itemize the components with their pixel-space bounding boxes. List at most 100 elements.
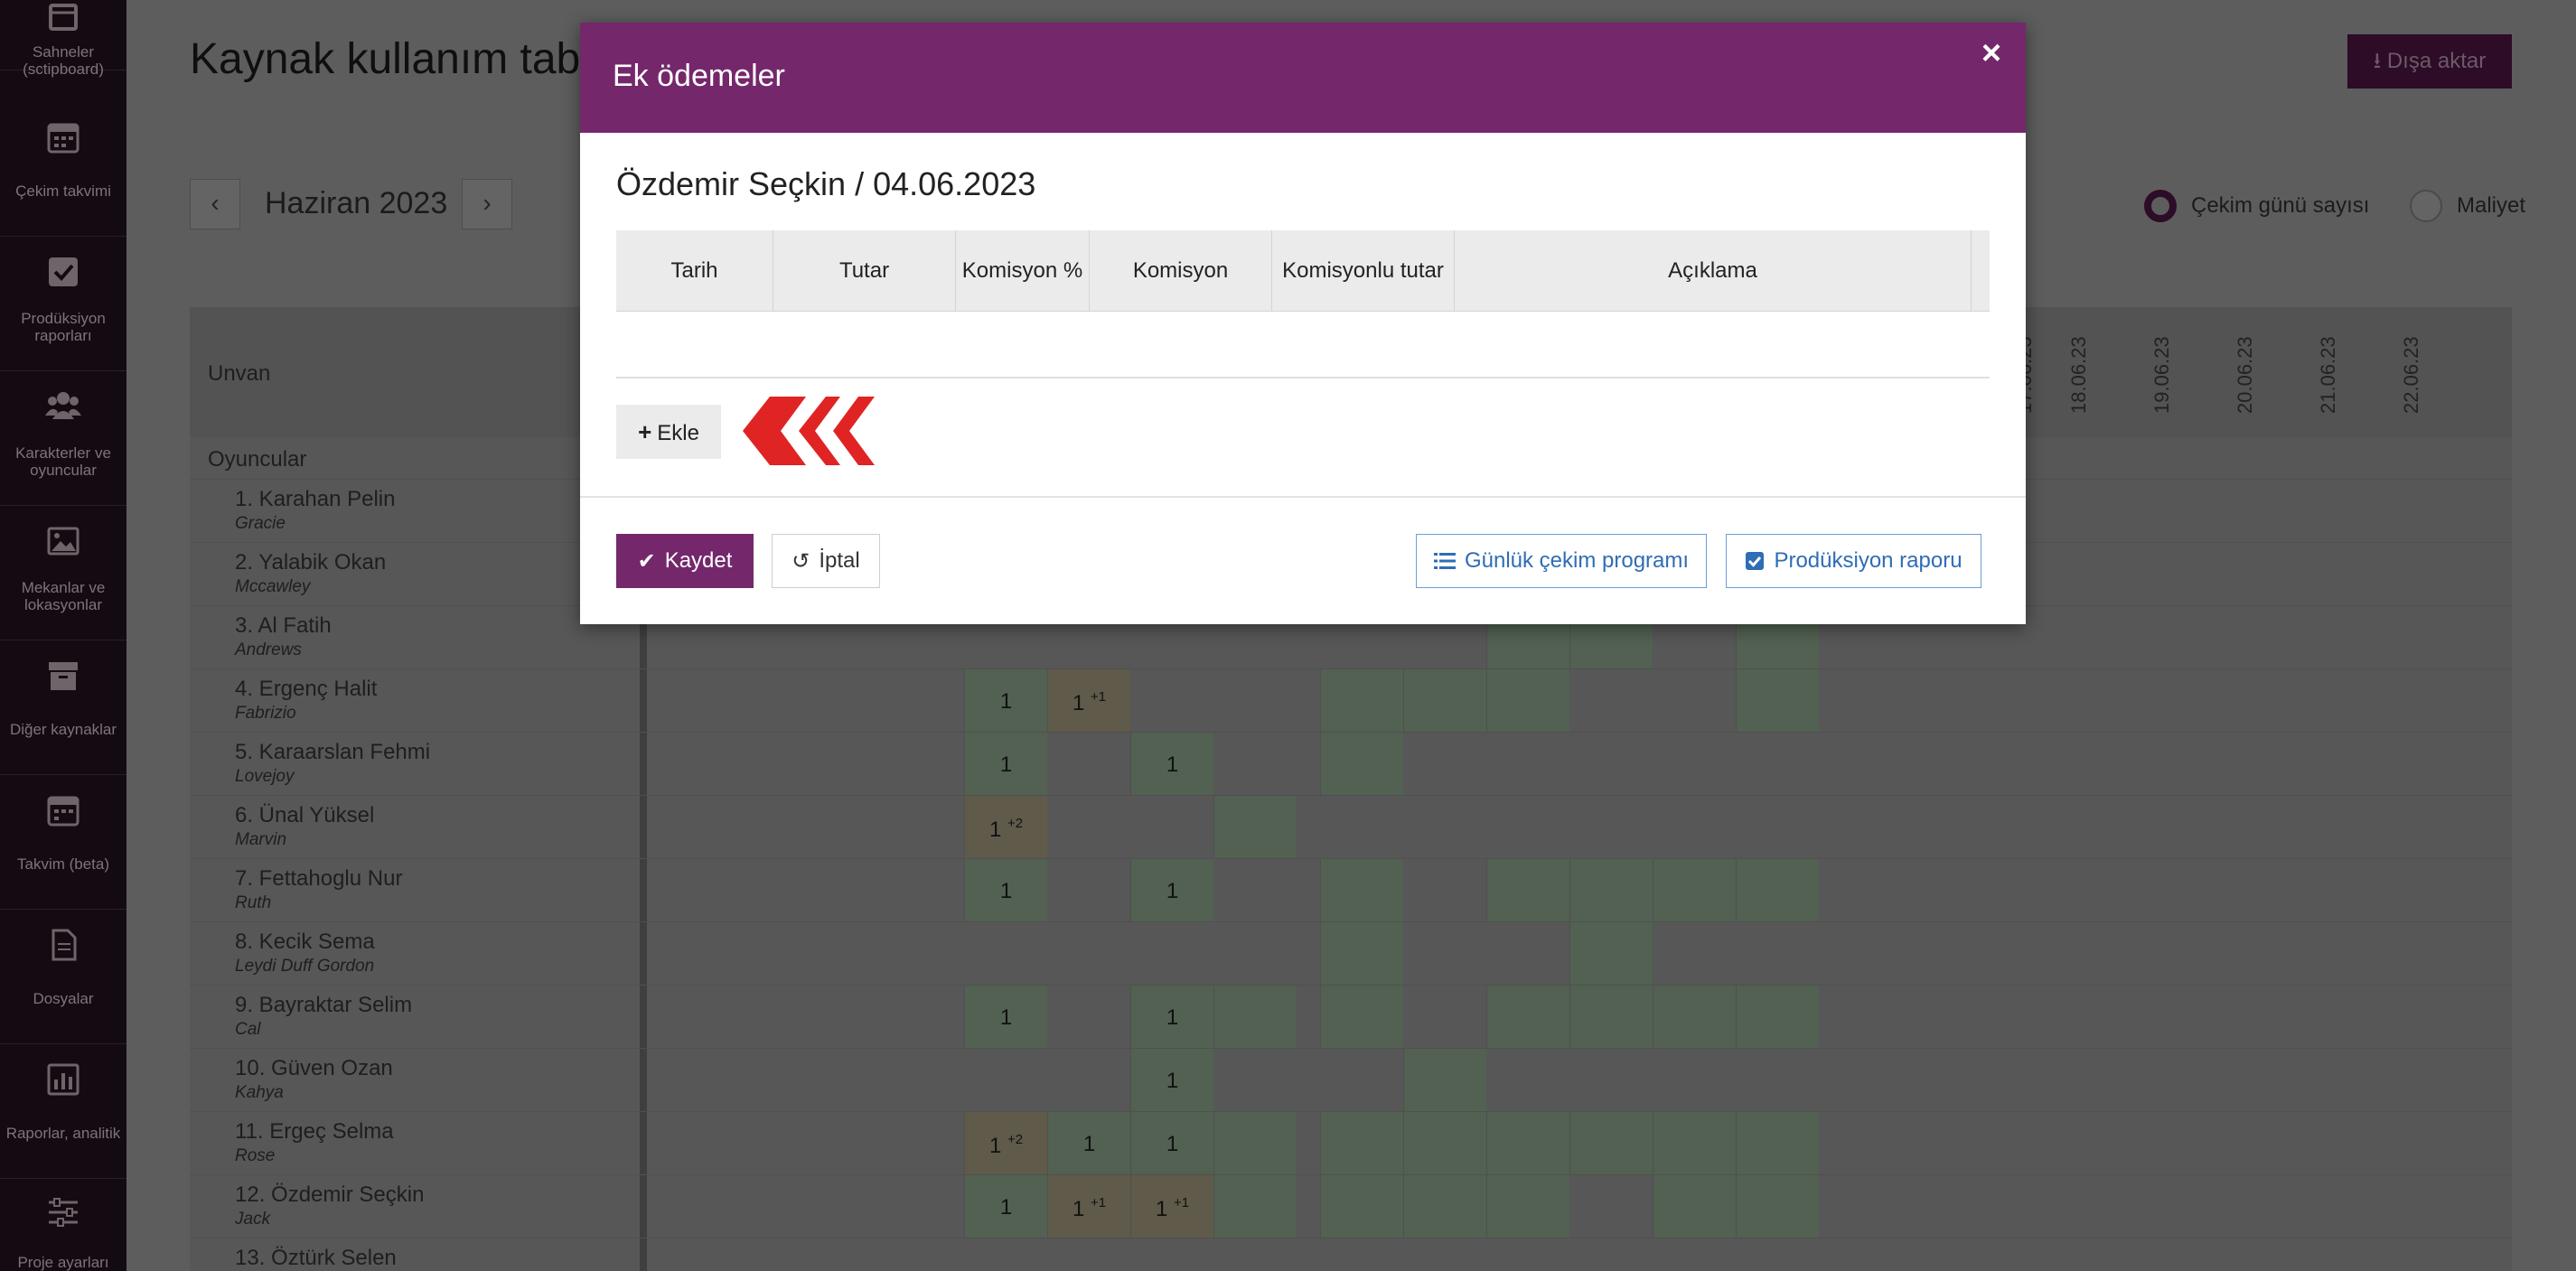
grid-cell[interactable] — [1486, 1175, 1569, 1238]
grid-cell[interactable] — [1736, 1112, 1819, 1174]
undo-icon: ↺ — [792, 548, 810, 574]
grid-cell[interactable] — [1569, 1112, 1653, 1174]
daily-program-button[interactable]: Günlük çekim programı — [1416, 534, 1707, 588]
grid-cell[interactable]: 1 — [1130, 733, 1213, 795]
cancel-button[interactable]: ↺ İptal — [772, 534, 880, 588]
sidebar-item-shooting-schedule[interactable]: Çekim takvimi — [0, 103, 126, 237]
grid-cell[interactable] — [1486, 986, 1569, 1048]
grid-cell[interactable] — [1403, 1175, 1486, 1238]
grid-cell[interactable]: 1 — [964, 669, 1047, 732]
table-row[interactable]: 6. Ünal Yüksel Marvin 1 +2 — [190, 795, 2512, 858]
cell-value: 1 — [1166, 879, 1179, 903]
grid-cell[interactable] — [1736, 859, 1819, 921]
prev-month-button[interactable]: ‹ — [190, 179, 240, 229]
table-row[interactable]: 4. Ergenç Halit Fabrizio 1 1 +1 — [190, 668, 2512, 732]
grid-cell[interactable] — [1569, 922, 1653, 985]
column-header-date: Tarih — [616, 230, 773, 312]
close-icon[interactable]: × — [1973, 35, 2009, 71]
cell-value: 1 — [999, 1195, 1013, 1220]
grid-cell[interactable] — [1569, 986, 1653, 1048]
grid-cell[interactable] — [1736, 669, 1819, 732]
grid-cell[interactable] — [1486, 1112, 1569, 1174]
sidebar-item-files[interactable]: Dosyalar — [0, 911, 126, 1044]
grid-cell[interactable] — [1320, 859, 1403, 921]
sidebar-item-label: Sahneler (sctipboard) — [23, 43, 104, 78]
grid-cell[interactable]: 1 — [1130, 986, 1213, 1048]
table-row[interactable]: 9. Bayraktar Selim Cal 1 1 — [190, 985, 2512, 1048]
actor-name: 10. Güven Ozan — [235, 1056, 393, 1080]
grid-cell[interactable] — [1403, 1049, 1486, 1111]
grid-cell[interactable] — [1653, 1112, 1736, 1174]
radio-shooting-days[interactable] — [2144, 190, 2177, 222]
grid-cell[interactable]: 1 — [964, 1175, 1047, 1238]
table-row[interactable]: 7. Fettahoglu Nur Ruth 1 1 — [190, 858, 2512, 921]
grid-cell[interactable]: 1 — [1047, 1112, 1130, 1174]
grid-cell[interactable]: 1 — [964, 859, 1047, 921]
grid-cell[interactable]: 1 +1 — [1130, 1175, 1213, 1238]
column-header-commissioned-amount: Komisyonlu tutar — [1272, 230, 1455, 312]
grid-cell[interactable] — [1213, 796, 1297, 858]
table-row[interactable]: 11. Ergeç Selma Rose 1 +2 1 1 — [190, 1111, 2512, 1174]
grid-cell[interactable] — [1486, 669, 1569, 732]
grid-cell[interactable]: 1 — [964, 733, 1047, 795]
grid-cell[interactable] — [1320, 733, 1403, 795]
grid-cell[interactable] — [1320, 922, 1403, 985]
grid-cell[interactable] — [1653, 859, 1736, 921]
grid-cell[interactable] — [1213, 1112, 1297, 1174]
radio-cost[interactable] — [2410, 190, 2442, 222]
production-report-button[interactable]: Prodüksiyon raporu — [1726, 534, 1981, 588]
table-row[interactable]: 10. Güven Ozan Kahya 1 — [190, 1048, 2512, 1111]
grid-cell[interactable] — [1320, 1112, 1403, 1174]
character-name: Rose — [235, 1146, 276, 1165]
table-row[interactable]: 5. Karaarslan Fehmi Lovejoy 1 1 — [190, 732, 2512, 795]
grid-cell[interactable] — [1653, 1175, 1736, 1238]
sidebar-item-label: Karakterler ve oyuncular — [15, 444, 111, 479]
grid-cell[interactable]: 1 +2 — [964, 796, 1047, 858]
grid-cell[interactable] — [1320, 986, 1403, 1048]
next-month-button[interactable]: › — [462, 179, 512, 229]
actor-name: 2. Yalabik Okan — [235, 550, 387, 575]
grid-cell[interactable] — [1403, 1112, 1486, 1174]
grid-cell[interactable]: 1 +1 — [1047, 669, 1130, 732]
grid-cell[interactable]: 1 +2 — [964, 1112, 1047, 1174]
add-button[interactable]: + Ekle — [616, 405, 721, 459]
grid-cell[interactable] — [1653, 986, 1736, 1048]
actor-name: 9. Bayraktar Selim — [235, 993, 413, 1017]
cell-value: 1 +1 — [1155, 1195, 1190, 1221]
sidebar-item-scenes[interactable]: Sahneler (sctipboard) — [0, 0, 126, 78]
table-row[interactable]: 12. Özdemir Seçkin Jack 1 1 +1 1 +1 — [190, 1174, 2512, 1238]
grid-cell[interactable]: 1 — [1130, 1049, 1213, 1111]
grid-cell[interactable] — [1213, 986, 1297, 1048]
table-row[interactable]: 8. Kecik Sema Leydi Duff Gordon — [190, 921, 2512, 985]
grid-cell[interactable] — [1736, 1175, 1819, 1238]
sidebar-item-calendar-beta[interactable]: Takvim (beta) — [0, 776, 126, 910]
export-button[interactable]: ⭳ Dışa aktar — [2347, 34, 2512, 89]
grid-cell[interactable] — [1403, 669, 1486, 732]
grid-cell[interactable] — [1486, 859, 1569, 921]
download-icon: ⭳ — [2373, 49, 2382, 73]
view-mode-radio-group: Çekim günü sayısı Maliyet — [2144, 190, 2525, 226]
sidebar-item-project-settings[interactable]: Proje ayarları — [0, 1180, 126, 1271]
grid-cell[interactable] — [1213, 1175, 1297, 1238]
payments-table-header: Tarih Tutar Komisyon % Komisyon Komisyon… — [616, 230, 1990, 312]
table-row[interactable]: 13. Öztürk Selen — [190, 1238, 2512, 1271]
calendar-icon — [47, 796, 80, 827]
actor-name: 13. Öztürk Selen — [235, 1246, 397, 1270]
grid-cell[interactable] — [1736, 986, 1819, 1048]
cell-value: 1 — [999, 752, 1013, 777]
column-header-description: Açıklama — [1455, 230, 1972, 312]
grid-cell[interactable]: 1 +1 — [1047, 1175, 1130, 1238]
grid-cell[interactable] — [1320, 669, 1403, 732]
sidebar-item-production-reports[interactable]: Prodüksiyon raporları — [0, 238, 126, 371]
grid-cell[interactable] — [1569, 859, 1653, 921]
grid-cell[interactable]: 1 — [1130, 1112, 1213, 1174]
grid-cell[interactable]: 1 — [1130, 859, 1213, 921]
image-icon — [47, 527, 80, 556]
grid-cell[interactable] — [1320, 1175, 1403, 1238]
sidebar-item-other-resources[interactable]: Diğer kaynaklar — [0, 641, 126, 775]
sidebar-item-locations[interactable]: Mekanlar ve lokasyonlar — [0, 507, 126, 640]
grid-cell[interactable]: 1 — [964, 986, 1047, 1048]
save-button[interactable]: ✔ Kaydet — [616, 534, 754, 588]
sidebar-item-reports[interactable]: Raporlar, analitik — [0, 1045, 126, 1179]
sidebar-item-characters[interactable]: Karakterler ve oyuncular — [0, 372, 126, 506]
